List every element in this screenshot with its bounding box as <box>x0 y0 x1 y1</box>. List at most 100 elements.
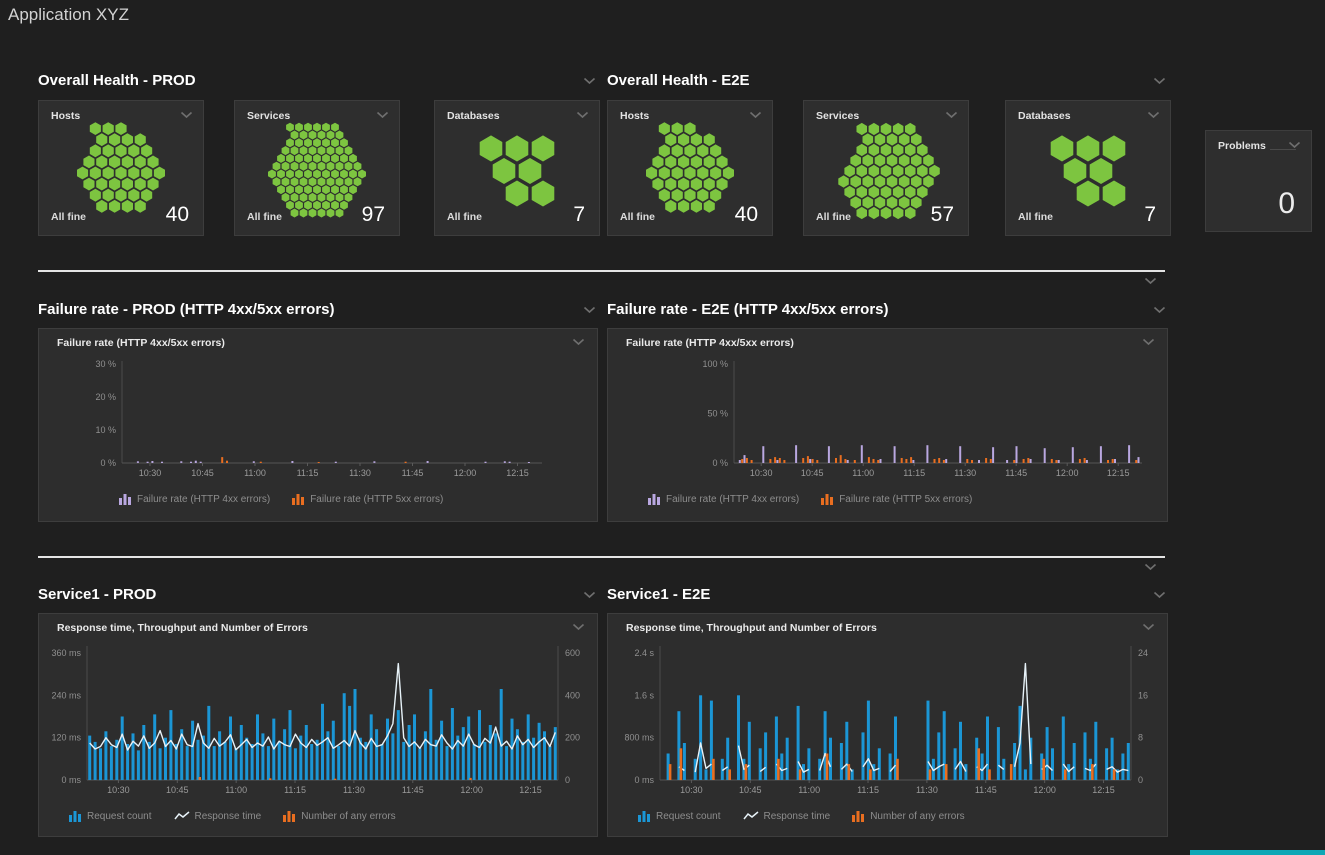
svg-text:11:00: 11:00 <box>798 785 820 795</box>
svg-text:11:00: 11:00 <box>244 468 266 478</box>
chevron-down-icon[interactable] <box>572 623 585 631</box>
bar-series-icon <box>648 493 661 505</box>
svg-text:360 ms: 360 ms <box>51 648 81 658</box>
legend-label: Response time <box>764 811 831 822</box>
legend-item-failure-rate-http-4xx-errors-[interactable]: Failure rate (HTTP 4xx errors) <box>119 493 270 505</box>
tile-databases-e2e[interactable]: Databases All fine 7 <box>1005 100 1171 236</box>
tile-services-e2e[interactable]: Services All fine 57 <box>803 100 969 236</box>
legend-item-response-time[interactable]: Response time <box>743 811 831 822</box>
legend-item-request-count[interactable]: Request count <box>638 810 721 822</box>
tile-status: All fine <box>51 211 86 223</box>
legend-item-number-of-any-errors[interactable]: Number of any errors <box>283 810 395 822</box>
section-title: Overall Health - E2E <box>607 72 750 89</box>
svg-text:120 ms: 120 ms <box>51 733 81 743</box>
chevron-down-icon[interactable] <box>572 338 585 346</box>
chevron-down-icon[interactable] <box>945 111 958 119</box>
bar-series-icon <box>292 493 305 505</box>
svg-text:2.4 s: 2.4 s <box>634 648 654 658</box>
chevron-down-icon[interactable] <box>583 591 596 599</box>
legend-item-failure-rate-http-4xx-errors-[interactable]: Failure rate (HTTP 4xx errors) <box>648 493 799 505</box>
svg-text:12:15: 12:15 <box>1092 785 1115 795</box>
chevron-down-icon[interactable] <box>1147 111 1160 119</box>
legend-item-number-of-any-errors[interactable]: Number of any errors <box>852 810 964 822</box>
chart-title: Failure rate (HTTP 4xx/5xx errors) <box>626 337 794 349</box>
tile-hosts-e2e[interactable]: Hosts All fine 40 <box>607 100 773 236</box>
chart-svg: 0 ms800 ms1.6 s2.4 s08162410:3010:4511:0… <box>609 638 1168 800</box>
svg-text:11:45: 11:45 <box>1005 468 1027 478</box>
chart-panel-failure-prod: Failure rate (HTTP 4xx/5xx errors) 0 % 10… <box>38 328 598 522</box>
problems-sparkline-placeholder <box>1270 149 1296 150</box>
honeycomb-svg <box>442 121 592 221</box>
svg-text:12:00: 12:00 <box>460 785 483 795</box>
tile-databases-prod[interactable]: Databases All fine 7 <box>434 100 600 236</box>
chevron-down-icon[interactable] <box>749 111 762 119</box>
chevron-down-icon[interactable] <box>180 111 193 119</box>
tile-hosts-prod[interactable]: Hosts All fine 40 <box>38 100 204 236</box>
bar-series-icon <box>821 493 834 505</box>
legend-item-failure-rate-http-5xx-errors-[interactable]: Failure rate (HTTP 5xx errors) <box>821 493 972 505</box>
svg-text:11:30: 11:30 <box>349 468 371 478</box>
svg-text:10:30: 10:30 <box>107 785 130 795</box>
chevron-down-icon[interactable] <box>376 111 389 119</box>
section-header-failure-prod: Failure rate - PROD (HTTP 4xx/5xx errors… <box>38 301 598 321</box>
svg-text:0 ms: 0 ms <box>61 775 81 785</box>
chevron-down-icon[interactable] <box>1142 623 1155 631</box>
section-divider <box>38 270 1165 272</box>
svg-text:10:45: 10:45 <box>739 785 762 795</box>
svg-text:1.6 s: 1.6 s <box>634 690 654 700</box>
service-e2e-chart[interactable]: 0 ms800 ms1.6 s2.4 s08162410:3010:4511:0… <box>609 638 1168 805</box>
chart-title: Failure rate (HTTP 4xx/5xx errors) <box>57 337 225 349</box>
chevron-down-icon[interactable] <box>576 111 589 119</box>
chart-panel-failure-e2e: Failure rate (HTTP 4xx/5xx errors) 0 %50… <box>607 328 1168 522</box>
legend-item-request-count[interactable]: Request count <box>69 810 152 822</box>
chevron-down-icon[interactable] <box>583 77 596 85</box>
tile-count: 7 <box>1144 203 1156 227</box>
chevron-down-icon[interactable] <box>1153 306 1166 314</box>
failure-rate-prod-chart[interactable]: 0 %10 %20 %30 %10:3010:4511:0011:1511:30… <box>40 353 598 498</box>
svg-text:11:15: 11:15 <box>903 468 925 478</box>
tile-status: All fine <box>1018 211 1053 223</box>
chevron-down-icon[interactable] <box>1288 141 1301 149</box>
legend-label: Failure rate (HTTP 4xx errors) <box>666 494 799 505</box>
svg-text:11:30: 11:30 <box>954 468 976 478</box>
chart-legend: Request count Response time Number of any … <box>69 810 396 822</box>
legend-label: Failure rate (HTTP 5xx errors) <box>839 494 972 505</box>
svg-text:10:30: 10:30 <box>680 785 703 795</box>
bar-series-icon <box>852 810 865 822</box>
tile-services-prod[interactable]: Services All fine 97 <box>234 100 400 236</box>
chevron-down-icon[interactable] <box>1153 77 1166 85</box>
svg-text:12:00: 12:00 <box>1056 468 1079 478</box>
chevron-down-icon[interactable] <box>1142 338 1155 346</box>
svg-text:0 %: 0 % <box>100 458 116 468</box>
tile-status: All fine <box>247 211 282 223</box>
section-header-health-e2e: Overall Health - E2E <box>607 72 1168 92</box>
svg-text:200: 200 <box>565 733 580 743</box>
chart-panel-service-e2e: Response time, Throughput and Number of … <box>607 613 1168 837</box>
chart-svg: 0 %10 %20 %30 %10:3010:4511:0011:1511:30… <box>40 353 598 493</box>
chevron-down-icon[interactable] <box>1153 591 1166 599</box>
svg-text:10 %: 10 % <box>95 425 116 435</box>
chevron-down-icon[interactable] <box>1144 277 1157 285</box>
tile-count: 40 <box>735 203 758 227</box>
tile-count: 57 <box>931 203 954 227</box>
failure-rate-e2e-chart[interactable]: 0 %50 %100 %10:3010:4511:0011:1511:3011:… <box>609 353 1168 498</box>
chevron-down-icon[interactable] <box>1144 563 1157 571</box>
svg-text:50 %: 50 % <box>707 409 728 419</box>
chart-svg: 0 %50 %100 %10:3010:4511:0011:1511:3011:… <box>609 353 1168 493</box>
svg-text:30 %: 30 % <box>95 359 116 369</box>
section-title: Service1 - E2E <box>607 586 710 603</box>
svg-text:24: 24 <box>1138 648 1148 658</box>
service-prod-chart[interactable]: 0 ms120 ms240 ms360 ms020040060010:3010:… <box>40 638 598 805</box>
legend-item-response-time[interactable]: Response time <box>174 811 262 822</box>
chart-legend: Request count Response time Number of any … <box>638 810 965 822</box>
section-title: Failure rate - PROD (HTTP 4xx/5xx errors… <box>38 301 335 318</box>
tile-count: 97 <box>362 203 385 227</box>
bottom-edge-accent <box>1190 850 1325 855</box>
chart-legend: Failure rate (HTTP 4xx errors) Failure ra… <box>119 493 443 505</box>
chevron-down-icon[interactable] <box>583 306 596 314</box>
bar-series-icon <box>69 810 82 822</box>
legend-label: Response time <box>195 811 262 822</box>
legend-item-failure-rate-http-5xx-errors-[interactable]: Failure rate (HTTP 5xx errors) <box>292 493 443 505</box>
svg-text:240 ms: 240 ms <box>51 690 81 700</box>
tile-problems[interactable]: Problems 0 <box>1205 130 1312 232</box>
